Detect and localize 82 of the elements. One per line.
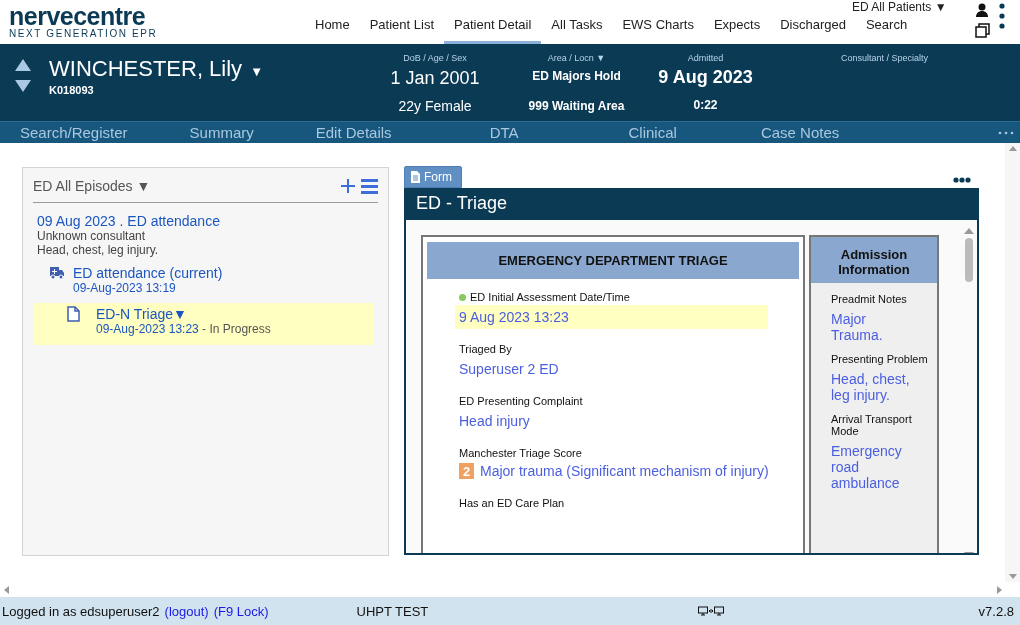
scroll-up-icon	[1008, 146, 1017, 151]
episode-complaint: Head, chest, leg injury.	[37, 243, 160, 257]
subnav-link[interactable]: Case Notes	[760, 124, 840, 141]
field-value: 9 Aug 2023	[658, 67, 753, 88]
field-label: Admitted	[687, 53, 724, 63]
item-title: ED attendance (current)	[73, 265, 223, 281]
scroll-down-icon	[1008, 574, 1017, 579]
scroll-up-icon	[964, 228, 974, 234]
episode-title[interactable]: 09 Aug 2023 . ED attendance	[37, 213, 374, 229]
field-value: 1 Jan 2001	[390, 68, 480, 89]
person-icon	[975, 3, 989, 17]
episode-item[interactable]: ED-N Triage▼ 09-Aug-2023 13:23 - In Progress	[33, 303, 374, 345]
more-icon[interactable]	[953, 177, 971, 183]
nav-tab[interactable]: All Tasks	[541, 17, 613, 44]
document-icon	[67, 306, 80, 322]
episode-consultant: Unknown consultant	[37, 229, 147, 243]
scrollbar-thumb[interactable]	[965, 238, 973, 282]
subnav-link[interactable]: Clinical	[628, 124, 677, 141]
field-label: DoB / Age / Sex	[403, 53, 467, 63]
field-value: ED Majors Hold	[532, 69, 621, 83]
side-label: Arrival Transport Mode	[830, 413, 913, 437]
side-label: Preadmit Notes	[830, 293, 908, 305]
side-label: Presenting Problem	[830, 353, 929, 365]
nav-tab[interactable]: Discharged	[770, 17, 856, 44]
nav-tab[interactable]: Home	[305, 17, 360, 44]
score-badge: 2	[459, 463, 474, 479]
nav-tab[interactable]: Search	[855, 17, 918, 44]
field-label: Has an ED Care Plan	[459, 497, 565, 509]
down-arrow-icon	[15, 80, 31, 92]
episode-list-selector[interactable]: ED All Episodes ▼	[33, 178, 151, 194]
nav-tab[interactable]: Patient List	[359, 17, 444, 44]
logo-tagline: NEXT GENERATION EPR	[9, 29, 159, 39]
up-arrow-icon	[15, 59, 31, 71]
patient-name: WINCHESTER, Lily	[49, 56, 243, 82]
field-label: ED Presenting Complaint	[459, 395, 583, 407]
field-label: Triaged By	[459, 343, 512, 355]
episode-item[interactable]: ED attendance (current) 09-Aug-2023 13:19	[37, 257, 374, 295]
field-value: 22y Female	[398, 98, 472, 114]
patient-menu-caret[interactable]: ▼	[250, 64, 263, 79]
windows-icon	[975, 23, 990, 38]
field-value[interactable]: Head injury	[455, 409, 768, 433]
lock-link[interactable]: (F9 Lock)	[213, 603, 269, 619]
version-text: v7.2.8	[978, 603, 1014, 619]
scroll-left-icon	[4, 585, 9, 594]
side-heading: Admission Information	[811, 237, 937, 283]
complete-dot	[459, 293, 466, 301]
logout-link[interactable]: (logout)	[164, 603, 209, 619]
logo-wordmark: nervecentre	[9, 3, 146, 29]
item-timestamp: 09-Aug-2023 13:19	[73, 281, 177, 295]
add-icon[interactable]	[341, 179, 355, 193]
field-label: Manchester Triage Score	[459, 447, 582, 459]
form-title: ED - Triage	[406, 188, 977, 220]
scroll-right-icon	[997, 585, 1002, 594]
field-value[interactable]: Superuser 2 ED	[455, 357, 768, 381]
patient-id: K018093	[49, 84, 95, 96]
field-value[interactable]: Major trauma (Significant mechanism of injury)	[480, 463, 769, 479]
environment-name: UHPT TEST	[356, 603, 429, 619]
field-label: Consultant / Specialty	[840, 53, 928, 63]
document-icon	[411, 171, 420, 183]
form-heading: EMERGENCY DEPARTMENT TRIAGE	[427, 242, 799, 279]
subnav-link[interactable]: Summary	[189, 124, 254, 141]
list-selector[interactable]: ED All Patients ▼	[852, 1, 947, 14]
nav-tab[interactable]: EWS Charts	[612, 17, 704, 44]
menu-icon[interactable]	[361, 178, 378, 194]
side-value: Head, chest, leg injury.	[831, 371, 911, 403]
screen-swap-icon	[698, 606, 725, 616]
item-timestamp: 09-Aug-2023 13:23 - In Progress	[96, 322, 271, 336]
field-value[interactable]: 9 Aug 2023 13:23	[455, 305, 768, 329]
subnav-link[interactable]: Edit Details	[315, 124, 392, 141]
kebab-menu-icon	[999, 3, 1005, 29]
field-value: 0:22	[693, 98, 718, 112]
subnav-link[interactable]: Search/Register	[20, 124, 128, 141]
field-label: ED Initial Assessment Date/Time	[470, 291, 630, 303]
field-value: 999 Waiting Area	[528, 99, 625, 113]
side-value: Major Trauma.	[831, 311, 884, 343]
field-label[interactable]: Area / Locn ▼	[547, 53, 606, 63]
nav-tab[interactable]: Expects	[703, 17, 771, 44]
subnav-link[interactable]: DTA	[489, 124, 519, 141]
ambulance-icon	[49, 265, 65, 280]
logged-in-text: Logged in as edsuperuser2	[2, 603, 160, 619]
item-title: ED-N Triage▼	[96, 306, 188, 322]
side-value: Emergency road ambulance	[831, 443, 903, 491]
